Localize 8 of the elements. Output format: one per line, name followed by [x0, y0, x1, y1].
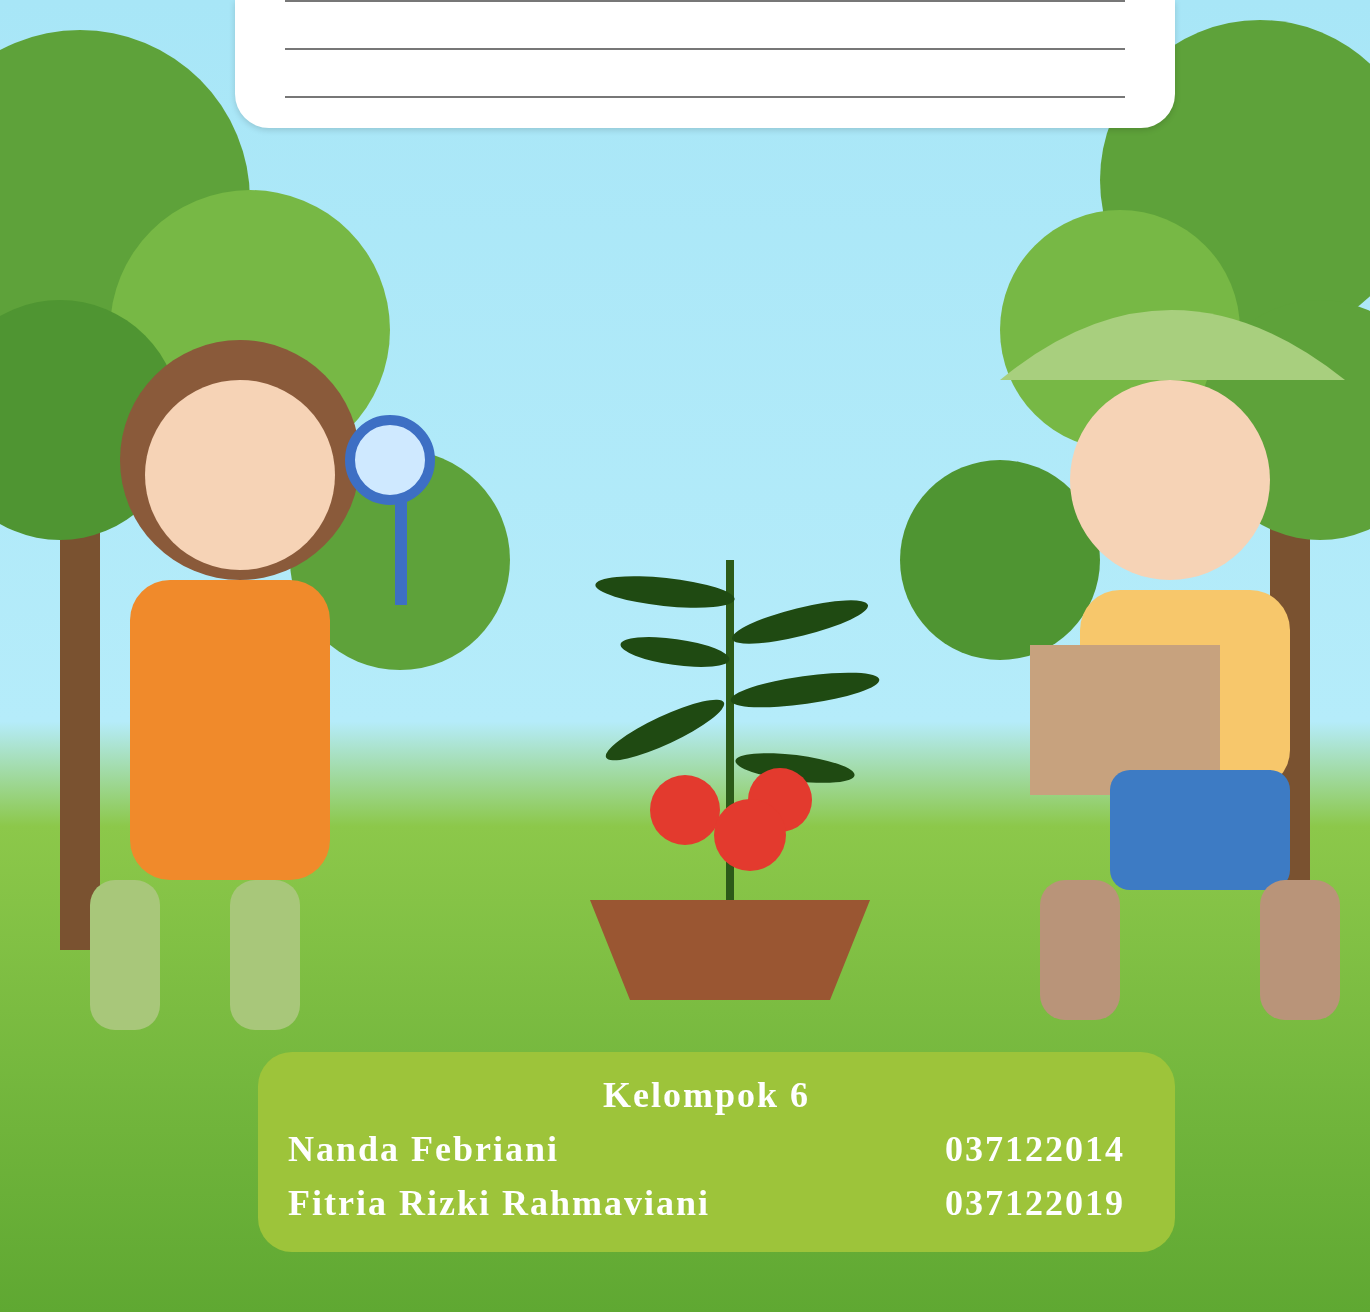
member-name: Fitria Rizki Rahmaviani [288, 1182, 710, 1224]
member-id: 037122019 [945, 1182, 1125, 1224]
member-id: 037122014 [945, 1128, 1125, 1170]
group-title: Kelompok 6 [602, 1074, 811, 1116]
fill-in-line[interactable] [285, 96, 1125, 98]
fill-in-line[interactable] [285, 48, 1125, 50]
fill-in-line[interactable] [285, 0, 1125, 2]
member-name: Nanda Febriani [288, 1128, 560, 1170]
